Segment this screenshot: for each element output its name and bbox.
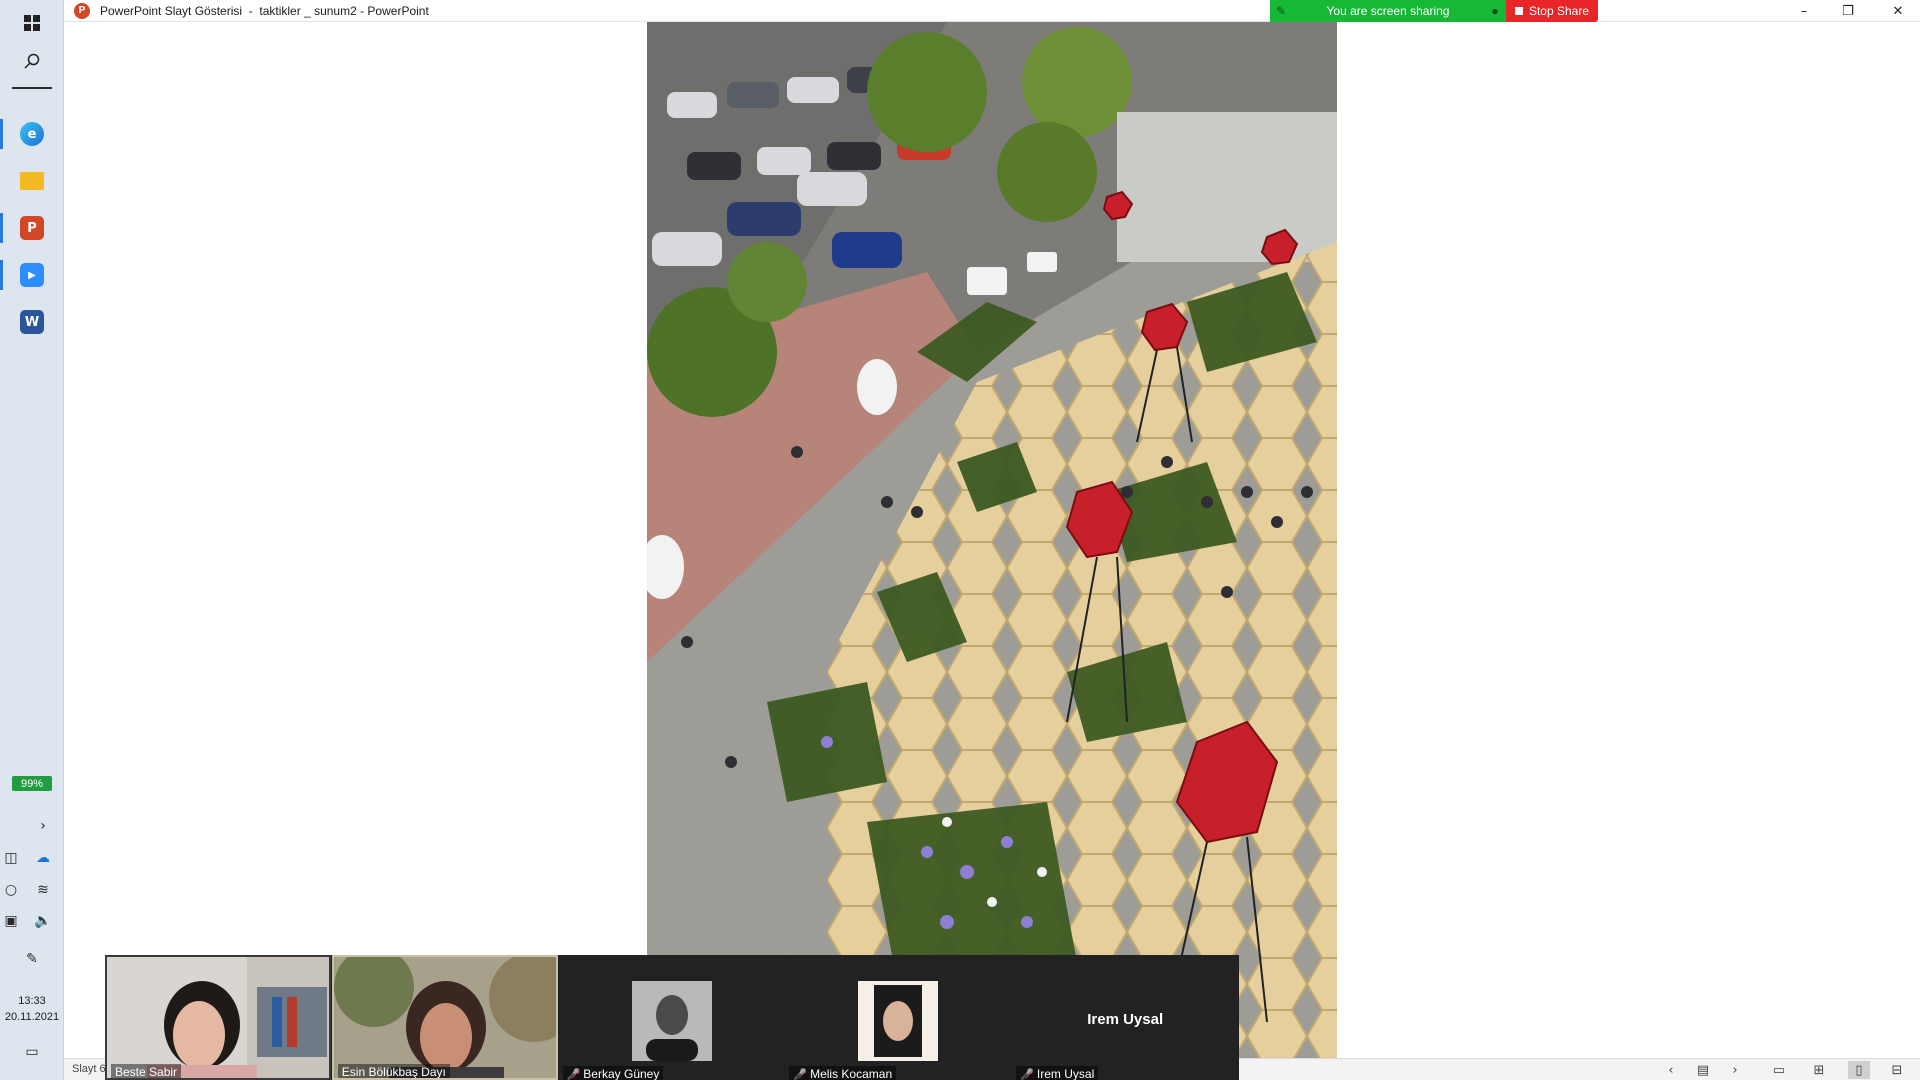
window-title: PowerPoint Slayt Gösterisi - taktikler _… xyxy=(100,3,429,18)
participant-name: 🎤̸ Irem Uysal xyxy=(1016,1066,1099,1080)
taskbar-separator xyxy=(12,87,52,89)
active-indicator xyxy=(0,260,3,290)
minimize-button[interactable]: – xyxy=(1782,0,1826,22)
taskbar-app-word[interactable]: W xyxy=(0,299,64,345)
taskbar-clock[interactable]: 13:33 20.11.2021 xyxy=(0,993,64,1025)
reading-view-icon[interactable]: ▯ xyxy=(1848,1061,1870,1079)
notifications-icon[interactable]: ▭ xyxy=(21,1041,43,1063)
search-button[interactable] xyxy=(0,38,64,84)
screen-sharing-text: You are screen sharing xyxy=(1326,4,1450,18)
cloud-sync-icon[interactable]: ○ xyxy=(0,879,22,901)
participant-video xyxy=(333,957,556,1078)
taskbar-app-powerpoint[interactable]: P xyxy=(0,205,64,251)
clock-time: 13:33 xyxy=(18,995,46,1007)
powerpoint-icon: P xyxy=(20,216,44,240)
slide-menu-button[interactable]: ▤ xyxy=(1692,1061,1714,1079)
participant-tile[interactable]: 🎤̸ Berkay Güney xyxy=(558,955,785,1080)
restore-button[interactable]: ❐ xyxy=(1826,0,1870,22)
participant-tile[interactable]: Irem Uysal 🎤̸ Irem Uysal xyxy=(1012,955,1238,1080)
active-indicator xyxy=(0,213,3,243)
powerpoint-icon: P xyxy=(74,2,90,19)
participant-tile[interactable]: Beste Sabir xyxy=(105,955,331,1080)
muted-microphone-icon: 🎤̸ xyxy=(566,1068,581,1080)
participant-name: Esin Bölükbaş Dayı xyxy=(337,1064,450,1078)
participant-name: 🎤̸ Berkay Güney xyxy=(562,1066,664,1080)
slideshow-view-icon[interactable]: ⊟ xyxy=(1886,1061,1908,1079)
previous-slide-button[interactable]: ‹ xyxy=(1660,1061,1682,1079)
zoom-participant-strip: Beste Sabir Esin Bölükbaş Dayı 🎤̸ Berkay … xyxy=(105,955,1239,1080)
battery-indicator[interactable]: 99% xyxy=(12,776,52,791)
muted-microphone-icon: 🎤̸ xyxy=(1020,1068,1034,1080)
slide-sorter-icon[interactable]: ⊞ xyxy=(1808,1061,1830,1079)
normal-view-icon[interactable]: ▭ xyxy=(1768,1061,1790,1079)
participant-tile[interactable]: 🎤̸ Melis Kocaman xyxy=(785,955,1012,1080)
clock-date: 20.11.2021 xyxy=(4,1011,60,1023)
shield-icon: ● xyxy=(1491,4,1499,18)
taskbar-app-zoom[interactable]: ▶ xyxy=(0,252,64,298)
taskbar: e P ▶ W 99% › ◫ ☁ ○ ≋ ▣ 🔈 ✎ 13:33 20.11.… xyxy=(0,0,64,1080)
stop-share-button[interactable]: Stop Share xyxy=(1506,0,1598,22)
volume-icon[interactable]: 🔈 xyxy=(32,910,54,932)
screen-sharing-banner[interactable]: ✎ You are screen sharing ● xyxy=(1270,0,1506,22)
muted-microphone-icon: 🎤̸ xyxy=(793,1068,808,1080)
chevron-right-icon[interactable]: › xyxy=(32,815,54,837)
close-button[interactable]: ✕ xyxy=(1876,0,1920,22)
display-icon[interactable]: ▣ xyxy=(0,910,22,932)
slide-photo xyxy=(647,22,1337,1058)
taskbar-app-edge[interactable]: e xyxy=(0,111,64,157)
taskbar-app-file-explorer[interactable] xyxy=(0,158,64,204)
plaza-aerial-photo xyxy=(647,22,1337,1058)
avatar xyxy=(631,981,712,1061)
pin-icon[interactable]: ✎ xyxy=(1270,4,1292,18)
windows-logo-icon xyxy=(24,15,40,31)
edge-icon: e xyxy=(20,122,44,146)
wifi-icon[interactable]: ≋ xyxy=(32,879,54,901)
search-icon xyxy=(24,53,40,69)
slide-indicator: Slayt 6 xyxy=(72,1063,106,1075)
pen-icon[interactable]: ✎ xyxy=(21,948,43,970)
word-icon: W xyxy=(20,310,44,334)
stop-share-label: Stop Share xyxy=(1528,4,1590,18)
meet-now-icon[interactable]: ◫ xyxy=(0,847,22,869)
participant-name: Beste Sabir xyxy=(111,1064,182,1078)
participant-video xyxy=(107,957,329,1078)
avatar xyxy=(858,981,939,1061)
active-indicator xyxy=(0,119,3,149)
participant-name: 🎤̸ Melis Kocaman xyxy=(789,1066,897,1080)
onedrive-icon[interactable]: ☁ xyxy=(32,847,54,869)
window-titlebar: P PowerPoint Slayt Gösterisi - taktikler… xyxy=(64,0,1920,22)
folder-icon xyxy=(20,172,44,190)
participant-tile[interactable]: Esin Bölükbaş Dayı xyxy=(331,955,558,1080)
next-slide-button[interactable]: › xyxy=(1724,1061,1746,1079)
participant-display-name: Irem Uysal xyxy=(1087,1011,1164,1028)
stop-icon xyxy=(1514,7,1523,15)
zoom-icon: ▶ xyxy=(20,263,44,287)
